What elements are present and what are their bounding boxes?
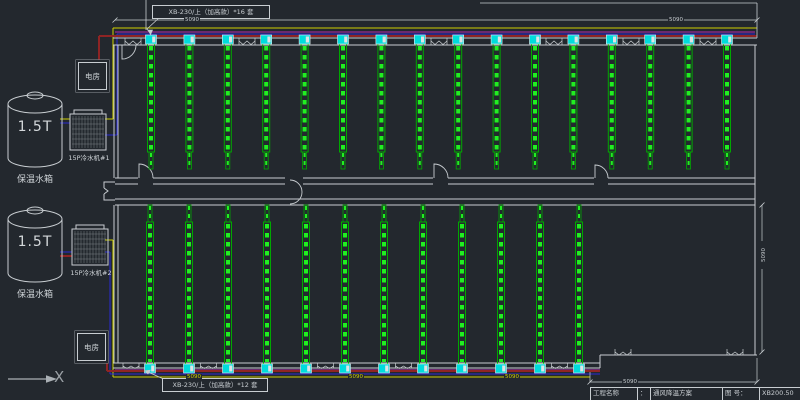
cooling-duct [378, 44, 385, 152]
tank-bottom-capacity: 1.5T [8, 234, 62, 250]
cooling-duct [724, 44, 731, 152]
top-duct-callout: XB-230/上（加高款）*16 套 [152, 5, 270, 19]
dim-bottom-a: 5090 [186, 374, 202, 380]
cooling-duct [532, 44, 539, 152]
cooling-duct [647, 44, 654, 152]
cad-floor-plan: XB-230/上（加高款）*16 套 XB-230/上（加高款）*12 套 1.… [0, 0, 800, 400]
tank-top-capacity: 1.5T [8, 119, 62, 135]
project-name-label: 工程名称 [591, 388, 637, 400]
cooling-duct [340, 44, 347, 152]
dim-bottom-c: 5090 [504, 374, 520, 380]
supply-pipes [60, 28, 757, 377]
power-room-bottom: 电房 [77, 333, 106, 361]
bottom-duct-callout: XB-230/上（加高款）*12 套 [162, 378, 268, 392]
power-room-top: 电房 [78, 62, 107, 90]
drawing-linework [0, 0, 800, 400]
dim-bottom-b: 5090 [348, 374, 364, 380]
window-symbols [123, 38, 743, 369]
cooling-duct [416, 44, 423, 152]
dim-bottom-right: 5090 [622, 379, 638, 385]
chiller-top-label: 15P冷水机#1 [56, 152, 122, 162]
bottom-duct-array [145, 205, 585, 373]
cooling-duct [493, 44, 500, 152]
dim-right-side: 5090 [761, 241, 767, 269]
cooling-duct [186, 44, 193, 152]
cooling-duct [570, 44, 577, 152]
drawing-number-label: 图 号： [722, 388, 759, 400]
tank-top-label: 保温水箱 [0, 172, 70, 185]
door-symbols [122, 45, 608, 204]
dimension-lines [113, 18, 765, 385]
x-axis-label: X [54, 368, 64, 386]
dim-top-right: 5090 [668, 17, 684, 23]
tank-bottom-label: 保温水箱 [0, 287, 70, 300]
drawing-number-value: XB200.50 [759, 388, 800, 400]
x-axis-arrow [8, 375, 57, 383]
dim-top-left: 5090 [184, 17, 200, 23]
cooling-duct [224, 44, 231, 152]
cooling-duct [263, 44, 270, 152]
cooling-duct [455, 44, 462, 152]
cooling-duct [685, 44, 692, 152]
cooling-duct [301, 44, 308, 152]
top-duct-array [146, 35, 733, 169]
chiller-bottom-label: 15P冷水机#2 [58, 267, 124, 277]
cooling-duct [148, 44, 155, 152]
chiller-units [70, 110, 108, 265]
project-name-colon: ： [637, 388, 650, 400]
title-block: 工程名称 ： 通风降温方案 图 号： XB200.50 [590, 387, 800, 400]
building-walls [104, 0, 757, 368]
project-name-value: 通风降温方案 [650, 388, 722, 400]
cooling-duct [608, 44, 615, 152]
